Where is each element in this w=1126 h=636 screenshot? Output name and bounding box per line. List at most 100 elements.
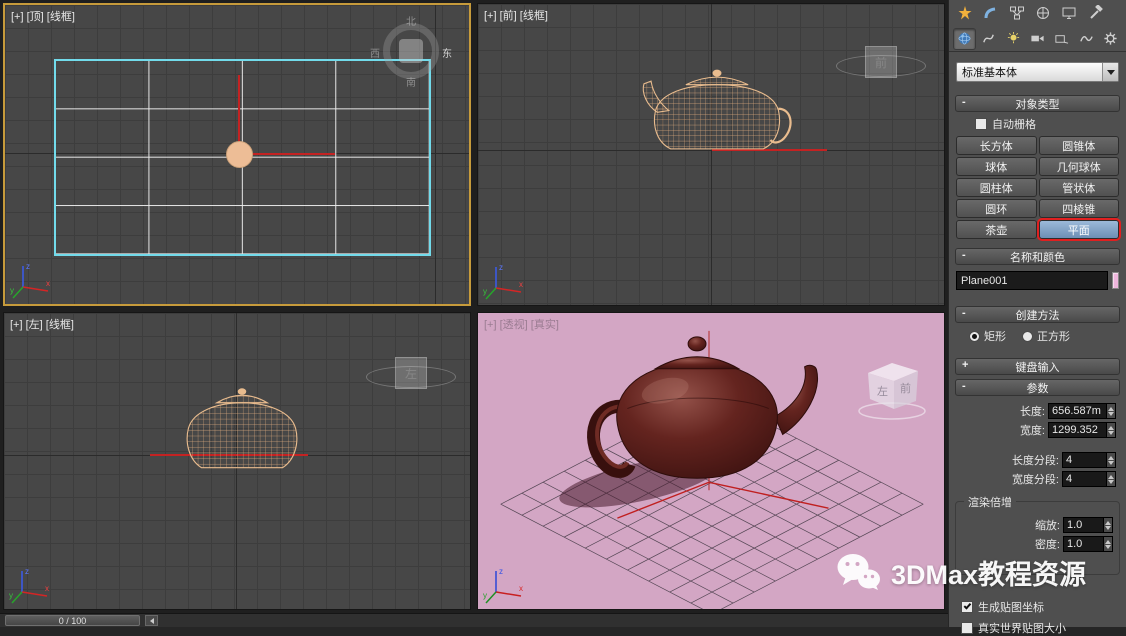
command-panel: 标准基本体 - 对象类型 自动栅格 长方体 圆锥体 球体 几何球体 圆柱体 管状…: [948, 0, 1126, 627]
gizmo-x-axis: [709, 482, 828, 508]
width-segs-row: 宽度分段: 4: [949, 471, 1116, 487]
cameras-category-tab[interactable]: [1026, 28, 1048, 50]
primitive-category-dropdown[interactable]: 标准基本体: [956, 62, 1119, 82]
modify-tab[interactable]: [979, 2, 1003, 24]
viewcube-gizmo[interactable]: 左 前: [856, 359, 928, 421]
arrow-left-icon: [150, 618, 154, 624]
utilities-tab[interactable]: [1083, 2, 1107, 24]
width-segs-spinner[interactable]: 4: [1062, 471, 1116, 487]
generate-mapping-coords-checkbox[interactable]: 生成贴图坐标: [961, 599, 1126, 615]
axis-tripod: z x y: [482, 562, 528, 606]
perspective-scene[interactable]: [478, 313, 944, 610]
shapes-category-tab[interactable]: [978, 28, 1000, 50]
square-radio[interactable]: 正方形: [1022, 328, 1070, 344]
teapot-lid: [655, 357, 739, 369]
space-warps-wave-icon: [1079, 31, 1094, 46]
chevron-down-icon[interactable]: [1102, 63, 1118, 81]
density-row: 密度: 1.0: [956, 536, 1113, 552]
svg-text:z: z: [25, 567, 29, 576]
viewport-front-label[interactable]: [+] [前] [线框]: [484, 7, 548, 23]
time-slider-bar[interactable]: 0 / 100: [0, 613, 948, 627]
display-monitor-icon: [1061, 5, 1077, 21]
hierarchy-tab[interactable]: [1005, 2, 1029, 24]
spinner-arrows-icon[interactable]: [1106, 453, 1115, 467]
svg-text:左: 左: [877, 385, 888, 398]
geometry-sphere-icon: [957, 31, 972, 46]
autogrid-checkbox[interactable]: 自动栅格: [975, 116, 1126, 132]
rollout-name-and-color[interactable]: - 名称和颜色: [955, 248, 1120, 265]
sphere-button[interactable]: 球体: [956, 157, 1037, 176]
viewport-top-label[interactable]: [+] [顶] [线框]: [11, 8, 75, 24]
space-warps-category-tab[interactable]: [1075, 28, 1097, 50]
teapot-object-topview[interactable]: [226, 141, 253, 168]
geometry-category-tab[interactable]: [953, 28, 976, 50]
real-world-map-size-checkbox[interactable]: 真实世界贴图大小: [961, 620, 1126, 636]
rollout-parameters[interactable]: - 参数: [955, 379, 1120, 396]
geosphere-button[interactable]: 几何球体: [1039, 157, 1120, 176]
creation-method-options: 矩形 正方形: [969, 328, 1126, 344]
viewport-left[interactable]: 左 z x y [+] [左] [线框]: [3, 312, 471, 610]
rollout-object-type[interactable]: - 对象类型: [955, 95, 1120, 112]
viewport-top[interactable]: 北 东 南 西 z x y [+] [顶] [线框]: [3, 3, 471, 306]
svg-text:x: x: [519, 584, 523, 593]
cone-button[interactable]: 圆锥体: [1039, 136, 1120, 155]
viewport-compass[interactable]: 北 东 南 西: [377, 17, 445, 85]
viewport-perspective-label[interactable]: [+] [透视] [真实]: [484, 316, 559, 332]
compass-core[interactable]: [399, 39, 423, 63]
checkbox-icon: [961, 622, 973, 634]
spinner-arrows-icon[interactable]: [1103, 537, 1112, 551]
length-segs-spinner[interactable]: 4: [1062, 452, 1116, 468]
create-tab[interactable]: [953, 2, 977, 24]
viewcube-gizmo[interactable]: 左: [366, 351, 458, 399]
lights-icon: [1006, 31, 1021, 46]
frame-step-button[interactable]: [145, 615, 158, 626]
time-slider-handle[interactable]: 0 / 100: [5, 615, 140, 626]
rollout-creation-method[interactable]: - 创建方法: [955, 306, 1120, 323]
lights-category-tab[interactable]: [1002, 28, 1024, 50]
teapot-button[interactable]: 茶壶: [956, 220, 1037, 239]
checkbox-icon: [975, 118, 987, 130]
spinner-arrows-icon[interactable]: [1106, 404, 1115, 418]
shapes-spline-icon: [981, 31, 996, 46]
spinner-arrows-icon[interactable]: [1106, 472, 1115, 486]
gizmo-x-axis[interactable]: [240, 153, 335, 155]
rectangle-radio[interactable]: 矩形: [969, 328, 1006, 344]
viewport-left-label[interactable]: [+] [左] [线框]: [10, 316, 74, 332]
motion-tab[interactable]: [1031, 2, 1055, 24]
object-color-swatch[interactable]: [1112, 272, 1119, 289]
torus-button[interactable]: 圆环: [956, 199, 1037, 218]
plane-button[interactable]: 平面: [1039, 220, 1120, 239]
density-spinner[interactable]: 1.0: [1063, 536, 1113, 552]
tube-button[interactable]: 管状体: [1039, 178, 1120, 197]
teapot-wireframe-front[interactable]: [641, 66, 793, 164]
length-param-row: 长度: 656.587m: [949, 403, 1116, 419]
scale-spinner[interactable]: 1.0: [1063, 517, 1113, 533]
svg-text:z: z: [26, 262, 30, 271]
rollout-keyboard-entry[interactable]: + 键盘输入: [955, 358, 1120, 375]
viewcube-front-face[interactable]: 前: [865, 46, 897, 78]
systems-category-tab[interactable]: [1100, 28, 1122, 50]
object-name-input[interactable]: [956, 271, 1108, 290]
viewcube-left-face[interactable]: 左: [395, 357, 427, 389]
width-spinner[interactable]: 1299.352: [1048, 422, 1116, 438]
svg-text:x: x: [519, 280, 523, 289]
systems-gear-icon: [1103, 31, 1118, 46]
svg-text:z: z: [499, 567, 503, 576]
box-button[interactable]: 长方体: [956, 136, 1037, 155]
helpers-category-tab[interactable]: [1051, 28, 1073, 50]
compass-west-label: 西: [370, 45, 380, 60]
display-tab[interactable]: [1057, 2, 1081, 24]
create-category-tabs: [949, 26, 1126, 52]
create-star-icon: [957, 5, 973, 21]
pyramid-button[interactable]: 四棱锥: [1039, 199, 1120, 218]
length-spinner[interactable]: 656.587m: [1048, 403, 1116, 419]
name-color-row: [956, 271, 1119, 290]
teapot-wireframe-left[interactable]: [180, 385, 304, 479]
spinner-arrows-icon[interactable]: [1103, 518, 1112, 532]
spinner-arrows-icon[interactable]: [1106, 423, 1115, 437]
viewcube-gizmo[interactable]: 前: [836, 40, 928, 88]
modify-icon: [983, 5, 999, 21]
viewport-front[interactable]: 前 z x y [+] [前] [线框]: [477, 3, 945, 306]
viewport-perspective[interactable]: 左 前 z x y [+] [透视] [真实]: [477, 312, 945, 610]
cylinder-button[interactable]: 圆柱体: [956, 178, 1037, 197]
